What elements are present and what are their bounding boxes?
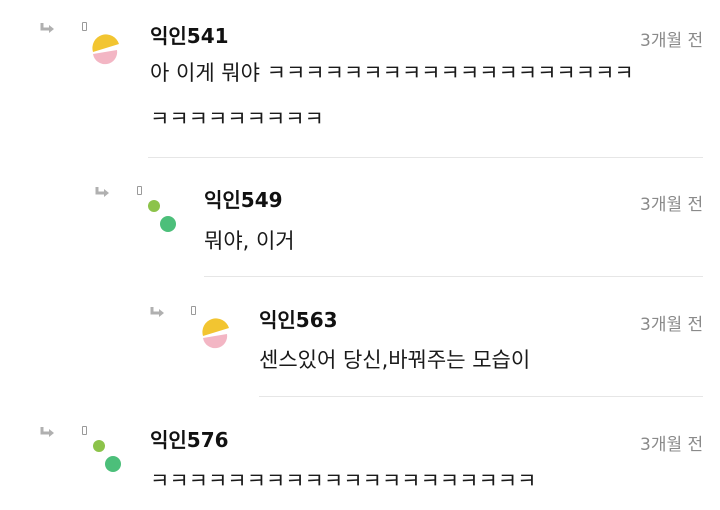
comment-item: 익인576 3개월 전 ㅋㅋㅋㅋㅋㅋㅋㅋㅋㅋㅋㅋㅋㅋㅋㅋㅋㅋㅋㅋ (0, 400, 720, 510)
comment-text-line: 센스있어 당신,바꿔주는 모습이 (259, 348, 531, 372)
comment-item: 익인541 3개월 전 아 이게 뭐야 ㅋㅋㅋㅋㅋㅋㅋㅋㅋㅋㅋㅋㅋㅋㅋㅋㅋㅋㅋ … (0, 0, 720, 160)
comment-timestamp: 3개월 전 (640, 435, 704, 455)
comment-item: 익인549 3개월 전 뭐야, 이거 (0, 160, 720, 278)
comment-author[interactable]: 익인541 (150, 20, 229, 49)
comment-author[interactable]: 익인549 (204, 184, 283, 213)
comment-item: 익인563 3개월 전 센스있어 당신,바꿔주는 모습이 (0, 280, 720, 398)
comment-author[interactable]: 익인576 (150, 424, 229, 453)
divider (148, 157, 703, 158)
comment-author[interactable]: 익인563 (259, 304, 338, 333)
divider (204, 276, 703, 277)
badge-icon (82, 22, 87, 31)
comment-timestamp: 3개월 전 (640, 31, 704, 51)
avatar[interactable] (144, 198, 180, 236)
comment-timestamp: 3개월 전 (640, 315, 704, 335)
badge-icon (82, 426, 87, 435)
avatar[interactable] (89, 438, 125, 476)
reply-arrow-icon (40, 23, 54, 33)
comment-text-line: ㅋㅋㅋㅋㅋㅋㅋㅋㅋㅋㅋㅋㅋㅋㅋㅋㅋㅋㅋㅋ (150, 469, 537, 493)
comment-timestamp: 3개월 전 (640, 195, 704, 215)
comment-text-line: ㅋㅋㅋㅋㅋㅋㅋㅋㅋ (150, 107, 324, 131)
avatar[interactable] (89, 34, 123, 70)
avatar[interactable] (199, 318, 233, 354)
reply-arrow-icon (150, 307, 164, 317)
divider (259, 396, 703, 397)
reply-arrow-icon (40, 427, 54, 437)
badge-icon (191, 306, 196, 315)
reply-arrow-icon (95, 187, 109, 197)
comment-text-line: 뭐야, 이거 (204, 229, 295, 253)
badge-icon (137, 186, 142, 195)
